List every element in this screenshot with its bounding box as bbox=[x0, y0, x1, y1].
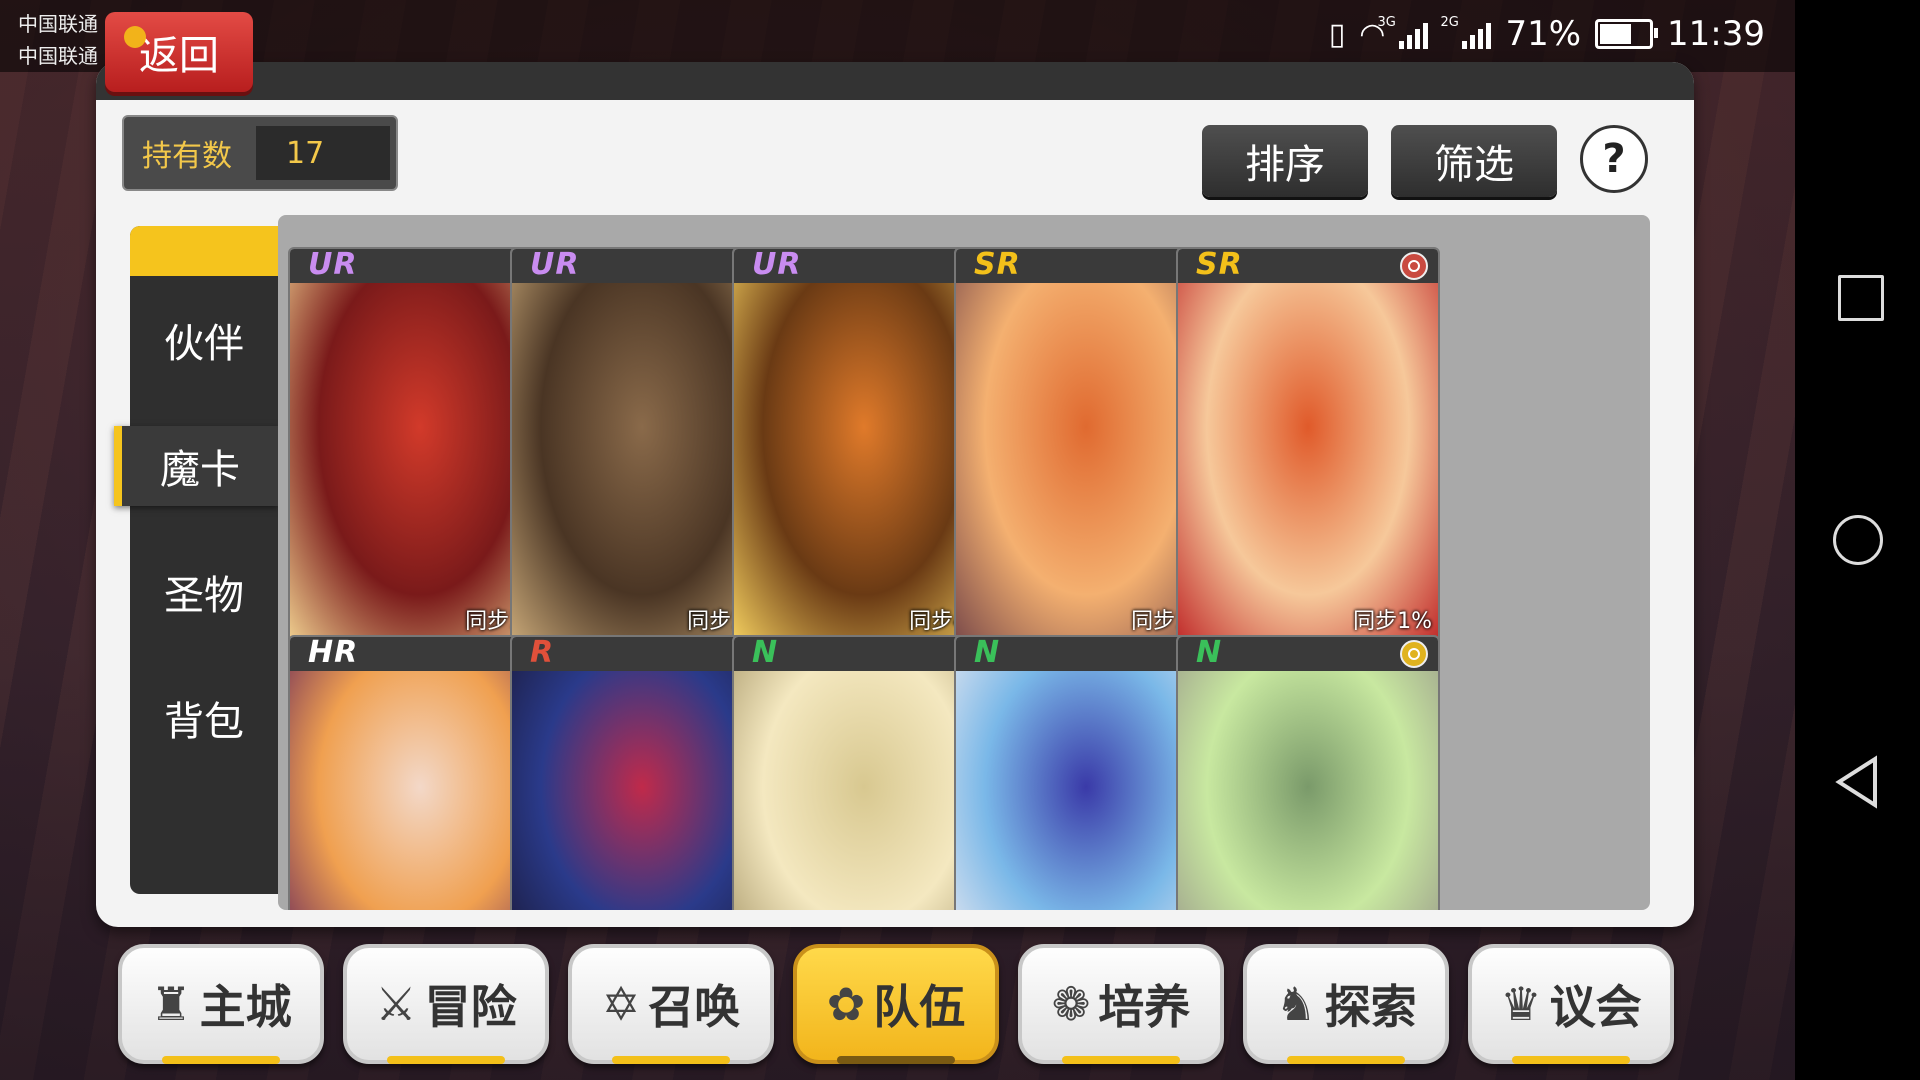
card-header: SR bbox=[1178, 249, 1438, 283]
rarity-badge: R bbox=[530, 635, 555, 670]
rarity-badge: N bbox=[974, 635, 1001, 670]
nav-button[interactable]: ♞ 探索 bbox=[1243, 944, 1449, 1064]
panel-header-strip bbox=[96, 62, 1694, 100]
sync-rate: 同步1% bbox=[1353, 609, 1432, 634]
category-tabs: 伙伴 魔卡 圣物 背包 bbox=[114, 226, 278, 894]
back-button[interactable]: 返回 bbox=[105, 12, 253, 92]
nav-button[interactable]: ♜ 主城 bbox=[118, 944, 324, 1064]
notification-dot bbox=[124, 26, 146, 48]
nav-label: 主城 bbox=[199, 980, 292, 1034]
faction-emblem-icon bbox=[1400, 640, 1428, 668]
rarity-badge: SR bbox=[974, 247, 1021, 282]
nav-label: 队伍 bbox=[873, 980, 966, 1034]
nav-label: 冒险 bbox=[424, 980, 517, 1034]
hexagram-icon: ✡ bbox=[601, 977, 641, 1031]
nav-button[interactable]: ⚔ 冒险 bbox=[343, 944, 549, 1064]
sort-button[interactable]: 排序 bbox=[1202, 125, 1368, 197]
nav-button[interactable]: ❁ 培养 bbox=[1018, 944, 1224, 1064]
magic-card[interactable]: N bbox=[1176, 635, 1440, 910]
tab-magic-cards[interactable]: 魔卡 bbox=[114, 426, 278, 506]
owned-count-box: 持有数 17 bbox=[122, 115, 398, 191]
home-button[interactable] bbox=[1833, 515, 1883, 565]
owned-count-value: 17 bbox=[256, 126, 390, 180]
rarity-badge: UR bbox=[752, 247, 802, 282]
clock: 11:39 bbox=[1667, 14, 1765, 54]
tabs-accent-bar bbox=[130, 226, 278, 276]
council-icon: ♛ bbox=[1500, 977, 1542, 1031]
filter-button[interactable]: 筛选 bbox=[1391, 125, 1557, 197]
card-artwork bbox=[1178, 671, 1438, 910]
back-triangle-icon bbox=[1835, 755, 1877, 809]
rarity-badge: UR bbox=[308, 247, 358, 282]
crossed-swords-icon: ⚔ bbox=[375, 977, 417, 1031]
rarity-badge: UR bbox=[530, 247, 580, 282]
nav-label: 探索 bbox=[1324, 980, 1417, 1034]
card-grid: UR同步1%SPIRIT8UR同步1%SPIRIT8UR同步4%SPIRIT7S… bbox=[278, 215, 1650, 910]
battery-percent: 71% bbox=[1505, 14, 1582, 54]
back-nav-button[interactable] bbox=[1833, 755, 1883, 809]
nav-label: 议会 bbox=[1549, 980, 1642, 1034]
nav-label: 培养 bbox=[1098, 980, 1191, 1034]
rarity-badge: HR bbox=[308, 635, 359, 670]
team-icon: ✿ bbox=[826, 977, 866, 1031]
battery-icon bbox=[1595, 19, 1659, 49]
recent-apps-button[interactable] bbox=[1838, 275, 1884, 321]
tab-backpack[interactable]: 背包 bbox=[130, 678, 278, 758]
card-header: N bbox=[1178, 637, 1438, 671]
nav-button[interactable]: ✿ 队伍 bbox=[793, 944, 999, 1064]
signal-icon: 3G bbox=[1377, 15, 1429, 49]
faction-emblem-icon bbox=[1400, 252, 1428, 280]
magic-card[interactable]: SR同步1%SPIRIT8 bbox=[1176, 247, 1440, 697]
rarity-badge: N bbox=[752, 635, 779, 670]
castle-icon: ♜ bbox=[150, 977, 192, 1031]
vibrate-icon: ▯ bbox=[1328, 16, 1346, 52]
nav-button[interactable]: ♛ 议会 bbox=[1468, 944, 1674, 1064]
explore-icon: ♞ bbox=[1275, 977, 1317, 1031]
system-navigation-bar bbox=[1795, 0, 1920, 1080]
nurture-icon: ❁ bbox=[1051, 977, 1091, 1031]
network-type-label: 2G bbox=[1440, 15, 1459, 30]
signal-icon: 2G bbox=[1440, 15, 1492, 49]
tab-relics[interactable]: 圣物 bbox=[130, 552, 278, 632]
carrier-label: 中国联通 bbox=[18, 44, 98, 68]
nav-button[interactable]: ✡ 召唤 bbox=[568, 944, 774, 1064]
help-button[interactable]: ? bbox=[1580, 125, 1648, 193]
rarity-badge: SR bbox=[1196, 247, 1243, 282]
card-artwork: 同步1% bbox=[1178, 283, 1438, 643]
carrier-label: 中国联通 bbox=[18, 12, 98, 36]
rarity-badge: N bbox=[1196, 635, 1223, 670]
nav-label: 召唤 bbox=[648, 980, 741, 1034]
tab-partners[interactable]: 伙伴 bbox=[130, 300, 278, 380]
owned-count-label: 持有数 bbox=[142, 139, 232, 174]
network-type-label: 3G bbox=[1377, 15, 1396, 30]
